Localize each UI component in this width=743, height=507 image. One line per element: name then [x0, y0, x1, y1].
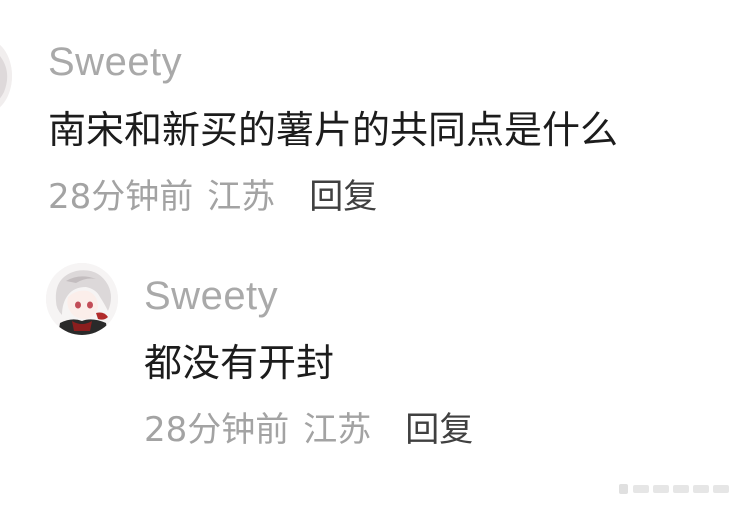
reply-comment-reply-button[interactable]: 回复: [405, 413, 473, 447]
main-comment-text: 南宋和新买的薯片的共同点是什么: [48, 108, 619, 152]
main-comment-username[interactable]: Sweety: [48, 42, 182, 82]
reply-comment-avatar[interactable]: [46, 263, 118, 335]
main-comment-time: 28分钟前: [48, 177, 194, 217]
reply-comment-text: 都没有开封: [144, 341, 335, 385]
main-comment-avatar[interactable]: [0, 38, 12, 114]
main-comment-reply-button[interactable]: 回复: [309, 180, 377, 214]
reply-comment-time: 28分钟前: [144, 410, 290, 450]
comment-thread: Sweety 南宋和新买的薯片的共同点是什么 28分钟前 江苏 回复 Sweet…: [0, 0, 743, 507]
main-comment-meta: 28分钟前 江苏 回复: [48, 180, 377, 214]
main-comment-location: 江苏: [207, 177, 276, 217]
reply-comment-username[interactable]: Sweety: [144, 276, 278, 316]
anime-avatar-icon: [46, 263, 118, 335]
reply-comment-meta: 28分钟前 江苏 回复: [144, 413, 473, 447]
watermark-icon: [619, 484, 729, 494]
reply-comment-location: 江苏: [303, 410, 372, 450]
anime-avatar-icon: [0, 38, 12, 114]
watermark-logo: [619, 483, 731, 495]
